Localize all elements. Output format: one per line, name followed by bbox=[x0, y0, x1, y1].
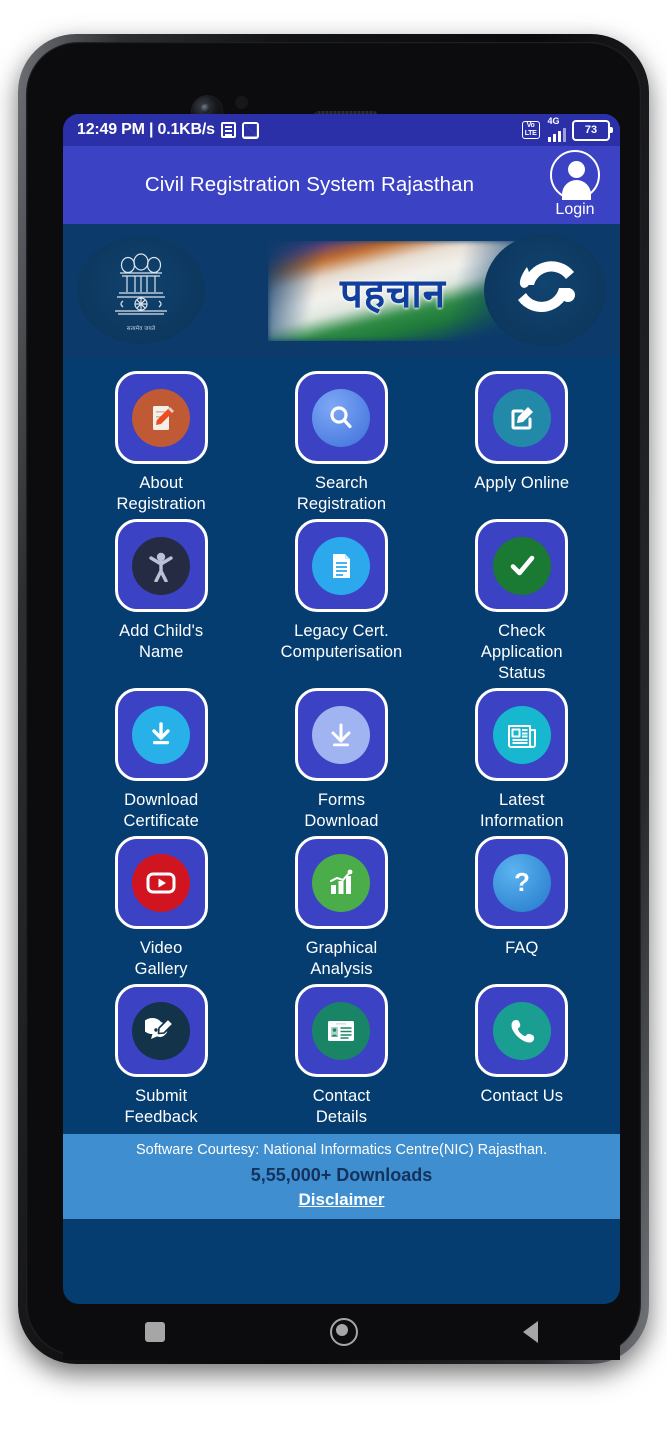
status-time-and-speed: 12:49 PM | 0.1KB/s bbox=[77, 121, 215, 138]
status-bar: 12:49 PM | 0.1KB/s Vo LTE 4G 73 bbox=[63, 114, 620, 146]
home-circle-icon[interactable] bbox=[329, 1318, 358, 1346]
question-mark-icon: ? bbox=[492, 853, 551, 912]
newspaper-icon bbox=[492, 705, 551, 764]
grid-item-label: Legacy Cert. Computerisation bbox=[280, 622, 403, 661]
grid-item-label: Forms Download bbox=[304, 791, 379, 830]
grid-item-legacy-cert-computerisation[interactable]: Legacy Cert. Computerisation bbox=[251, 515, 431, 684]
grid-item-contact-details[interactable]: Contact Details bbox=[251, 980, 431, 1128]
grid-item-search-registration[interactable]: Search Registration bbox=[251, 367, 431, 515]
data-transfer-icon bbox=[241, 121, 259, 139]
grid-card[interactable] bbox=[475, 688, 569, 781]
id-card-icon bbox=[312, 1001, 371, 1060]
grid-item-about-registration[interactable]: About Registration bbox=[71, 367, 251, 515]
grid-card[interactable] bbox=[114, 984, 208, 1077]
grid-item-faq[interactable]: ? FAQ bbox=[432, 832, 612, 980]
page-title: Civil Registration System Rajasthan bbox=[144, 173, 475, 196]
grid-item-contact-us[interactable]: Contact Us bbox=[432, 980, 612, 1128]
grid-item-label: FAQ bbox=[505, 939, 539, 957]
pehchan-logo: पहचान bbox=[268, 241, 518, 341]
grid-card[interactable] bbox=[114, 688, 208, 781]
back-triangle-icon[interactable] bbox=[522, 1321, 538, 1343]
grid-card[interactable] bbox=[294, 519, 388, 612]
news-icon bbox=[220, 122, 236, 138]
grid-card[interactable] bbox=[294, 688, 388, 781]
network-type-label: 4G bbox=[547, 116, 560, 126]
edit-square-icon bbox=[492, 388, 551, 447]
document-lines-icon bbox=[312, 536, 371, 595]
grid-item-label: Contact Us bbox=[480, 1087, 564, 1105]
grid-card[interactable]: ? bbox=[475, 836, 569, 929]
grid-item-submit-feedback[interactable]: Submit Feedback bbox=[71, 980, 251, 1128]
android-navigation-bar bbox=[63, 1304, 620, 1360]
recents-square-icon[interactable] bbox=[145, 1322, 166, 1342]
ciril-spiral-logo-icon bbox=[484, 234, 606, 346]
grid-item-latest-information[interactable]: Latest Information bbox=[432, 684, 612, 832]
emblem-motto: सत्यमेव जयते bbox=[126, 325, 156, 332]
status-bar-left: 12:49 PM | 0.1KB/s bbox=[77, 121, 259, 139]
footer: Software Courtesy: National Informatics … bbox=[63, 1134, 620, 1219]
india-national-emblem-icon: सत्यमेव जयते bbox=[77, 236, 205, 344]
download-bar-icon bbox=[132, 705, 191, 764]
grid-item-video-gallery[interactable]: Video Gallery bbox=[71, 832, 251, 980]
volte-icon: Vo LTE bbox=[521, 121, 540, 139]
disclaimer-link[interactable]: Disclaimer bbox=[71, 1190, 612, 1210]
feedback-bubble-icon bbox=[132, 1001, 191, 1060]
login-label: Login bbox=[555, 201, 595, 218]
logo-banner: सत्यमेव जयते पहचान bbox=[63, 224, 620, 357]
bar-chart-icon bbox=[312, 853, 371, 912]
battery-level-label: 73 bbox=[584, 124, 598, 136]
grid-item-label: Contact Details bbox=[312, 1087, 371, 1126]
grid-card[interactable] bbox=[294, 371, 388, 464]
svg-text:?: ? bbox=[514, 867, 530, 897]
grid-item-label: About Registration bbox=[116, 474, 206, 513]
grid-card[interactable] bbox=[475, 371, 569, 464]
grid-item-label: Add Child's Name bbox=[119, 622, 204, 661]
battery-icon: 73 bbox=[572, 119, 613, 141]
grid-card[interactable] bbox=[114, 519, 208, 612]
grid-item-label: Submit Feedback bbox=[124, 1087, 198, 1126]
play-video-icon bbox=[132, 853, 191, 912]
phone-icon bbox=[492, 1001, 551, 1060]
grid-item-apply-online[interactable]: Apply Online bbox=[432, 367, 612, 515]
grid-card[interactable] bbox=[475, 984, 569, 1077]
pehchan-logo-text: पहचान bbox=[340, 270, 446, 317]
app-bar: Civil Registration System Rajasthan Logi… bbox=[63, 146, 620, 224]
grid-item-label: Search Registration bbox=[296, 474, 387, 513]
proximity-sensor-icon bbox=[235, 96, 248, 109]
login-button[interactable]: Login bbox=[540, 150, 610, 219]
grid-item-graphical-analysis[interactable]: Graphical Analysis bbox=[251, 832, 431, 980]
screenshot-stage: 12:49 PM | 0.1KB/s Vo LTE 4G 73 Civil Re… bbox=[0, 0, 667, 1440]
feature-grid: About Registration Search Registration A… bbox=[63, 357, 620, 1134]
grid-item-download-certificate[interactable]: Download Certificate bbox=[71, 684, 251, 832]
grid-card[interactable] bbox=[475, 519, 569, 612]
grid-item-label: Video Gallery bbox=[134, 939, 188, 978]
grid-item-label: Check Application Status bbox=[480, 622, 563, 682]
grid-item-label: Download Certificate bbox=[123, 791, 199, 830]
download-arrow-icon bbox=[312, 705, 371, 764]
footer-downloads-count: 5,55,000+ Downloads bbox=[250, 1165, 433, 1185]
grid-item-label: Latest Information bbox=[479, 791, 564, 830]
magnifier-icon bbox=[312, 388, 371, 447]
grid-item-add-childs-name[interactable]: Add Child's Name bbox=[71, 515, 251, 684]
signal-strength-icon: 4G bbox=[546, 116, 566, 142]
grid-card[interactable] bbox=[294, 984, 388, 1077]
grid-card[interactable] bbox=[294, 836, 388, 929]
check-circle-icon bbox=[492, 536, 551, 595]
grid-item-forms-download[interactable]: Forms Download bbox=[251, 684, 431, 832]
document-pen-icon bbox=[132, 388, 191, 447]
phone-screen: 12:49 PM | 0.1KB/s Vo LTE 4G 73 Civil Re… bbox=[63, 114, 620, 1304]
phone-device-frame: 12:49 PM | 0.1KB/s Vo LTE 4G 73 Civil Re… bbox=[18, 34, 649, 1364]
phone-bezel: 12:49 PM | 0.1KB/s Vo LTE 4G 73 Civil Re… bbox=[26, 42, 641, 1360]
grid-item-label: Apply Online bbox=[474, 474, 570, 492]
grid-item-label: Graphical Analysis bbox=[305, 939, 378, 978]
grid-card[interactable] bbox=[114, 371, 208, 464]
grid-item-check-application-status[interactable]: Check Application Status bbox=[432, 515, 612, 684]
child-icon bbox=[132, 536, 191, 595]
footer-courtesy-text: Software Courtesy: National Informatics … bbox=[136, 1142, 547, 1158]
status-bar-right: Vo LTE 4G 73 bbox=[521, 116, 613, 142]
avatar-icon bbox=[550, 150, 600, 200]
grid-card[interactable] bbox=[114, 836, 208, 929]
